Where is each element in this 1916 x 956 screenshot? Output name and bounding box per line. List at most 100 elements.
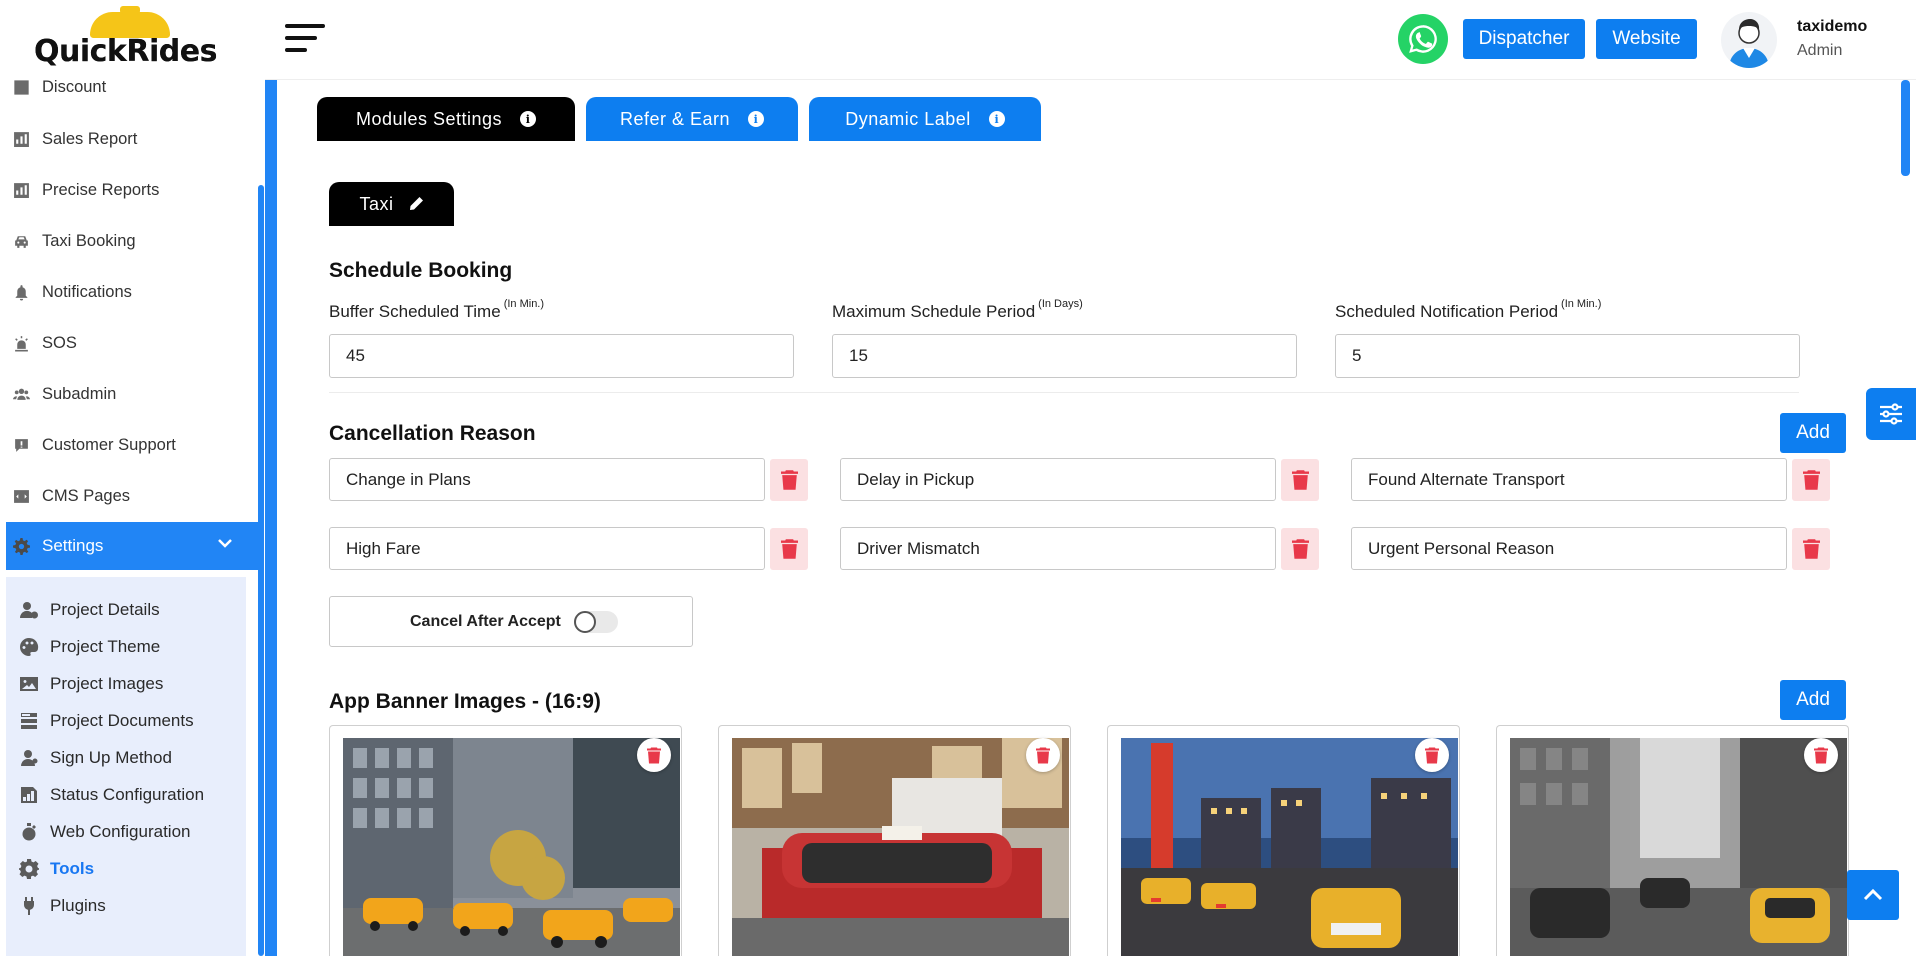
sidebar-item-label: Precise Reports xyxy=(42,181,160,199)
chevron-down-icon[interactable] xyxy=(216,534,234,552)
delete-reason-button[interactable] xyxy=(770,459,808,501)
cancellation-reason-input[interactable]: Delay in Pickup xyxy=(840,458,1276,501)
banner-image xyxy=(1121,738,1458,956)
tab-dynamic-label[interactable]: Dynamic Label i xyxy=(809,97,1041,141)
page-scrollbar[interactable] xyxy=(1901,80,1910,176)
sidebar-item-settings[interactable]: Settings xyxy=(6,522,258,570)
sidebar-item-cms-pages[interactable]: CMS Pages xyxy=(0,471,258,522)
module-tab-taxi[interactable]: Taxi xyxy=(329,182,454,226)
submenu-item-project-documents[interactable]: Project Documents xyxy=(6,702,246,739)
cancellation-reason-input[interactable]: Change in Plans xyxy=(329,458,765,501)
sidebar-scrollbar[interactable] xyxy=(258,185,264,956)
tab-label: Modules Settings xyxy=(355,108,503,129)
delete-reason-button[interactable] xyxy=(1281,528,1319,570)
delete-reason-button[interactable] xyxy=(1792,459,1830,501)
trash-icon xyxy=(1425,747,1439,763)
info-icon[interactable]: i xyxy=(748,111,765,127)
sidebar-item-label: Customer Support xyxy=(42,436,176,454)
banner-card xyxy=(1496,725,1849,956)
info-icon[interactable]: i xyxy=(988,111,1005,127)
tools-icon xyxy=(18,858,40,880)
submenu-item-label: Plugins xyxy=(50,895,106,915)
info-icon[interactable]: i xyxy=(520,111,537,127)
trash-icon xyxy=(1291,539,1309,559)
cancellation-reason-input[interactable]: Found Alternate Transport xyxy=(1351,458,1787,501)
submenu-item-sign-up-method[interactable]: Sign Up Method xyxy=(6,739,246,776)
section-divider xyxy=(329,392,1799,393)
delete-reason-button[interactable] xyxy=(1281,459,1319,501)
delete-banner-button[interactable] xyxy=(1804,738,1838,772)
delete-banner-button[interactable] xyxy=(1415,738,1449,772)
sidebar: QuickRides Discount Sales Report Precise… xyxy=(0,0,265,956)
alarm-icon xyxy=(12,335,30,353)
banner-card xyxy=(718,725,1071,956)
quickrides-logo[interactable]: QuickRides xyxy=(30,6,217,72)
dispatcher-button[interactable]: Dispatcher xyxy=(1463,19,1585,59)
delete-banner-button[interactable] xyxy=(637,738,671,772)
add-banner-button[interactable]: Add xyxy=(1780,680,1846,720)
theme-settings-button[interactable] xyxy=(1866,388,1916,440)
pencil-icon[interactable] xyxy=(408,196,424,212)
sidebar-item-discount[interactable]: Discount xyxy=(0,74,258,100)
cancel-after-accept-toggle[interactable] xyxy=(574,611,618,633)
trash-icon xyxy=(647,747,661,763)
cancellation-reason-input[interactable]: High Fare xyxy=(329,527,765,570)
content-left-border xyxy=(265,80,277,956)
add-cancellation-reason-button[interactable]: Add xyxy=(1780,413,1846,453)
trash-icon xyxy=(1291,470,1309,490)
palette-icon xyxy=(18,636,40,658)
sidebar-item-subadmin[interactable]: Subadmin xyxy=(0,369,258,420)
submenu-item-project-theme[interactable]: Project Theme xyxy=(6,628,246,665)
submenu-item-label: Tools xyxy=(50,858,95,878)
cancellation-reason-input[interactable]: Urgent Personal Reason xyxy=(1351,527,1787,570)
notification-period-input[interactable]: 5 xyxy=(1335,334,1800,378)
submenu-item-label: Project Theme xyxy=(50,636,161,656)
sidebar-item-taxi-booking[interactable]: Taxi Booking xyxy=(0,216,258,267)
sidebar-item-label: Sales Report xyxy=(42,130,138,148)
sidebar-item-sos[interactable]: SOS xyxy=(0,318,258,369)
scroll-to-top-button[interactable] xyxy=(1847,870,1899,920)
submenu-item-status-configuration[interactable]: Status Configuration xyxy=(6,776,246,813)
chart-icon xyxy=(12,182,30,200)
submenu-item-project-details[interactable]: Project Details xyxy=(6,591,246,628)
users-icon xyxy=(12,386,30,404)
submenu-item-tools[interactable]: Tools xyxy=(6,850,246,887)
user-name: taxidemo xyxy=(1797,18,1868,35)
delete-banner-button[interactable] xyxy=(1026,738,1060,772)
module-tab-label: Taxi xyxy=(359,193,394,214)
sidebar-item-label: SOS xyxy=(42,334,77,352)
whatsapp-icon[interactable] xyxy=(1398,14,1448,64)
banner-image xyxy=(732,738,1069,956)
website-button[interactable]: Website xyxy=(1596,19,1697,59)
sidebar-item-precise-reports[interactable]: Precise Reports xyxy=(0,165,258,216)
delete-reason-button[interactable] xyxy=(770,528,808,570)
submenu-item-label: Project Documents xyxy=(50,710,194,730)
trash-icon xyxy=(1036,747,1050,763)
banner-card xyxy=(329,725,682,956)
banner-image xyxy=(1510,738,1847,956)
sidebar-item-label: Settings xyxy=(42,536,104,555)
sliders-icon xyxy=(1880,403,1902,425)
avatar[interactable] xyxy=(1721,12,1777,68)
delete-reason-button[interactable] xyxy=(1792,528,1830,570)
sidebar-item-notifications[interactable]: Notifications xyxy=(0,267,258,318)
hamburger-menu-icon[interactable] xyxy=(285,24,325,54)
submenu-item-web-configuration[interactable]: Web Configuration xyxy=(6,813,246,850)
logo-text: QuickRides xyxy=(34,34,217,69)
submenu-item-project-images[interactable]: Project Images xyxy=(6,665,246,702)
max-schedule-input[interactable]: 15 xyxy=(832,334,1297,378)
tab-modules-settings[interactable]: Modules Settings i xyxy=(317,97,575,141)
trash-icon xyxy=(780,470,798,490)
buffer-time-input[interactable]: 45 xyxy=(329,334,794,378)
submenu-item-plugins[interactable]: Plugins xyxy=(6,887,246,924)
cancellation-reason-input[interactable]: Driver Mismatch xyxy=(840,527,1276,570)
bell-icon xyxy=(12,284,30,302)
sidebar-item-label: CMS Pages xyxy=(42,487,131,505)
page-scroll-track xyxy=(1901,176,1910,956)
max-schedule-label: Maximum Schedule Period (In Days) xyxy=(832,298,1083,321)
sidebar-item-customer-support[interactable]: Customer Support xyxy=(0,420,258,471)
sidebar-item-sales-report[interactable]: Sales Report xyxy=(0,114,258,165)
submenu-item-label: Status Configuration xyxy=(50,784,205,804)
settings-submenu: Project Details Project Theme Project Im… xyxy=(6,577,246,956)
tab-refer-earn[interactable]: Refer & Earn i xyxy=(586,97,798,141)
